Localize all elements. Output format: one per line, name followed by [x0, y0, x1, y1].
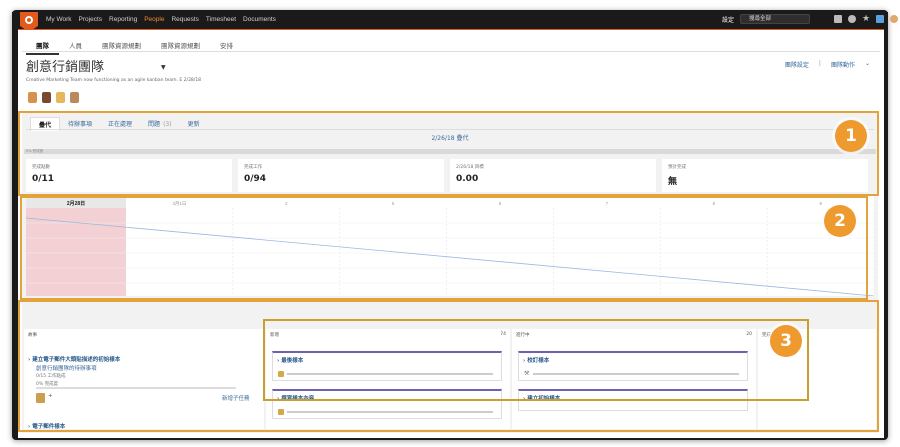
team-settings-link[interactable]: 團隊設定 [785, 60, 809, 69]
team-actions-link[interactable]: 團隊動作 [831, 60, 855, 69]
main-nav: My Work Projects Reporting People Reques… [46, 16, 276, 23]
topbar-right: 設定 搜尋全部 ★ [722, 14, 899, 24]
subtab-schedule[interactable]: 安排 [210, 40, 243, 55]
subtab-divider [22, 51, 880, 52]
annotation-badge-2: 2 [824, 205, 856, 237]
star-icon[interactable]: ★ [862, 15, 870, 24]
title-dropdown-icon[interactable]: ▼ [161, 64, 166, 71]
annotation-box-1 [18, 111, 879, 196]
member-avatar[interactable] [28, 92, 37, 103]
nav-reporting[interactable]: Reporting [109, 16, 137, 23]
global-search-input[interactable]: 搜尋全部 [740, 14, 811, 24]
team-members [28, 92, 79, 103]
notifications-icon[interactable] [876, 15, 885, 23]
nav-people[interactable]: People [144, 16, 164, 23]
setup-link[interactable]: 設定 [722, 15, 734, 24]
subtab-resource-planning-2[interactable]: 團隊資源規劃 [151, 40, 210, 55]
annotation-badge-3: 3 [770, 325, 802, 357]
user-avatar[interactable] [890, 15, 899, 23]
checklist-icon[interactable] [834, 15, 843, 23]
member-avatar[interactable] [70, 92, 79, 103]
nav-timesheet[interactable]: Timesheet [206, 16, 236, 23]
chevron-down-icon[interactable]: ⌄ [865, 60, 870, 69]
member-avatar[interactable] [42, 92, 51, 103]
team-subtabs: 團隊 人員 團隊資源規劃 團隊資源規劃 安排 [26, 40, 243, 55]
annotation-badge-1: 1 [835, 120, 867, 152]
team-description: Creative Marketing Team now functioning … [26, 78, 202, 83]
subtab-resource-planning[interactable]: 團隊資源規劃 [92, 40, 151, 55]
annotation-box-2 [20, 196, 868, 300]
annotation-box-3 [263, 319, 809, 401]
nav-projects[interactable]: Projects [79, 16, 102, 23]
subtab-people[interactable]: 人員 [59, 40, 92, 55]
help-icon[interactable] [848, 15, 857, 23]
header-actions: 團隊設定 | 團隊動作 ⌄ [784, 60, 870, 69]
member-avatar[interactable] [56, 92, 65, 103]
subtab-team[interactable]: 團隊 [26, 40, 59, 55]
nav-my-work[interactable]: My Work [46, 16, 72, 23]
nav-requests[interactable]: Requests [171, 16, 198, 23]
page-title: 創意行銷團隊 [26, 60, 105, 75]
nav-documents[interactable]: Documents [243, 16, 276, 23]
